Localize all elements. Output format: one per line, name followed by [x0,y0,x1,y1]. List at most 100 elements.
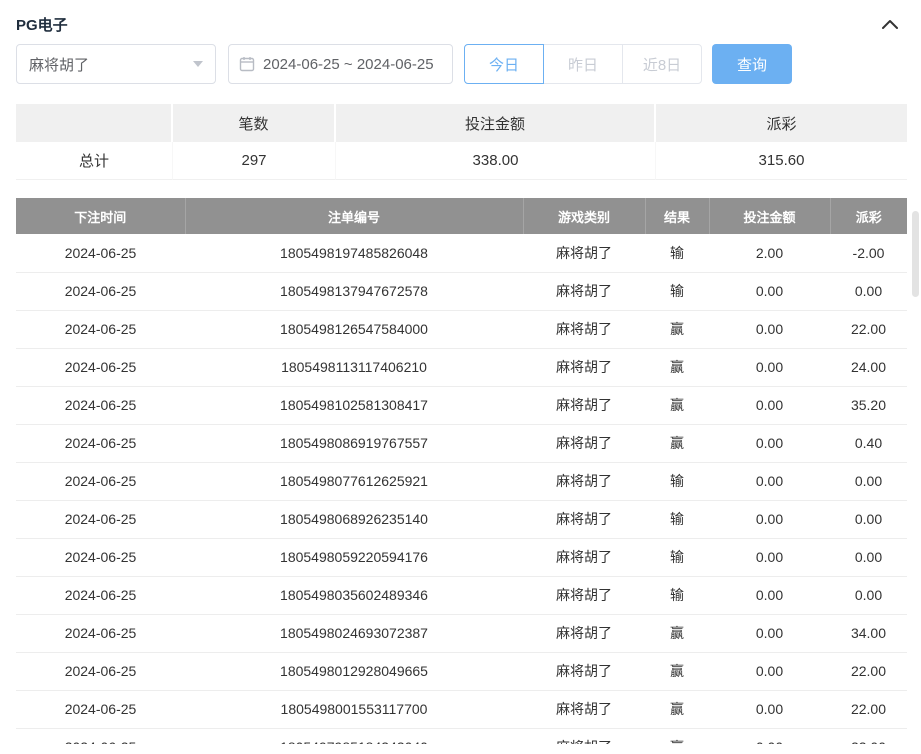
bet-date: 2024-06-25 [16,690,185,728]
bet-date: 2024-06-25 [16,234,185,272]
bet-payout: 0.00 [830,500,907,538]
summary-total-label: 总计 [16,142,173,180]
search-button[interactable]: 查询 [712,44,792,84]
scrollbar-thumb[interactable] [912,211,919,297]
bet-date: 2024-06-25 [16,614,185,652]
date-range-picker[interactable]: 2024-06-25 ~ 2024-06-25 [228,44,453,84]
table-row: 2024-06-25 1805498102581308417 麻将胡了 赢 0.… [16,386,907,424]
yesterday-button[interactable]: 昨日 [543,44,623,84]
bet-date: 2024-06-25 [16,652,185,690]
bet-result: 输 [645,462,709,500]
bet-id: 1805498086919767557 [185,424,523,462]
game-type: 麻将胡了 [523,272,645,310]
header-bet-time: 下注时间 [16,198,185,234]
game-type: 麻将胡了 [523,462,645,500]
today-button[interactable]: 今日 [464,44,544,84]
bet-id: 1805498197485826048 [185,234,523,272]
bet-amount: 0.00 [709,576,830,614]
bet-result: 输 [645,234,709,272]
bet-amount: 0.00 [709,310,830,348]
table-row: 2024-06-25 1805498001553117700 麻将胡了 赢 0.… [16,690,907,728]
bet-date: 2024-06-25 [16,348,185,386]
bet-amount: 0.00 [709,462,830,500]
bet-result: 赢 [645,424,709,462]
summary-header-bet-amount: 投注金额 [336,104,656,142]
bet-date: 2024-06-25 [16,500,185,538]
bet-payout: 34.00 [830,614,907,652]
game-type: 麻将胡了 [523,234,645,272]
bet-payout: 22.00 [830,652,907,690]
calendar-icon [239,56,255,72]
bet-payout: 0.00 [830,272,907,310]
bet-result: 赢 [645,614,709,652]
bet-id: 1805498024693072387 [185,614,523,652]
header-payout: 派彩 [830,198,907,234]
bet-amount: 0.00 [709,728,830,744]
bet-amount: 0.00 [709,538,830,576]
header-result: 结果 [645,198,709,234]
panel-header: PG电子 [0,0,921,44]
bet-id: 1805498001553117700 [185,690,523,728]
table-row: 2024-06-25 1805498197485826048 麻将胡了 输 2.… [16,234,907,272]
summary-total-bet-amount: 338.00 [336,142,656,180]
bet-result: 赢 [645,310,709,348]
bet-amount: 2.00 [709,234,830,272]
bet-amount: 0.00 [709,424,830,462]
bet-id: 1805498126547584000 [185,310,523,348]
game-type: 麻将胡了 [523,652,645,690]
game-type: 麻将胡了 [523,614,645,652]
bet-payout: 0.00 [830,576,907,614]
bet-date: 2024-06-25 [16,386,185,424]
bet-result: 输 [645,500,709,538]
collapse-button[interactable] [879,13,901,35]
bet-id: 1805498059220594176 [185,538,523,576]
game-select-value: 麻将胡了 [29,54,89,75]
bet-table-wrap: 下注时间 注单编号 游戏类别 结果 投注金额 派彩 2024-06-25 180… [16,198,907,744]
bet-payout: 24.00 [830,348,907,386]
bet-table: 下注时间 注单编号 游戏类别 结果 投注金额 派彩 2024-06-25 180… [16,198,907,744]
summary-total-count: 297 [173,142,336,180]
date-range-value: 2024-06-25 ~ 2024-06-25 [263,56,434,73]
bet-payout: 0.40 [830,424,907,462]
bet-payout: 0.00 [830,538,907,576]
bet-date: 2024-06-25 [16,462,185,500]
bet-result: 赢 [645,348,709,386]
game-select[interactable]: 麻将胡了 [16,44,216,84]
bet-amount: 0.00 [709,272,830,310]
table-row: 2024-06-25 1805498137947672578 麻将胡了 输 0.… [16,272,907,310]
bet-result: 赢 [645,690,709,728]
bet-id: 1805498077612625921 [185,462,523,500]
bet-id: 1805498035602489346 [185,576,523,614]
game-type: 麻将胡了 [523,386,645,424]
table-row: 2024-06-25 1805498126547584000 麻将胡了 赢 0.… [16,310,907,348]
bet-amount: 0.00 [709,690,830,728]
table-row: 2024-06-25 1805498012928049665 麻将胡了 赢 0.… [16,652,907,690]
bet-amount: 0.00 [709,348,830,386]
bet-date: 2024-06-25 [16,424,185,462]
filter-bar: 麻将胡了 2024-06-25 ~ 2024-06-25 今日 昨日 近8日 查… [0,44,921,84]
quick-range-group: 今日 昨日 近8日 [464,44,702,84]
summary-total-row: 总计 297 338.00 315.60 [16,142,907,180]
bet-id: 1805498012928049665 [185,652,523,690]
table-row: 2024-06-25 1805498086919767557 麻将胡了 赢 0.… [16,424,907,462]
bet-amount: 0.00 [709,500,830,538]
bet-result: 赢 [645,652,709,690]
summary-header-payout: 派彩 [656,104,907,142]
bet-date: 2024-06-25 [16,272,185,310]
bet-id: 1805498137947672578 [185,272,523,310]
bet-result: 赢 [645,728,709,744]
bet-payout: 22.00 [830,690,907,728]
bet-payout: 22.00 [830,310,907,348]
bet-date: 2024-06-25 [16,576,185,614]
table-row: 2024-06-25 1805498068926235140 麻将胡了 输 0.… [16,500,907,538]
bet-payout: 35.20 [830,386,907,424]
table-row: 2024-06-25 1805497985184343040 麻将胡了 赢 0.… [16,728,907,744]
last-8-days-button[interactable]: 近8日 [622,44,702,84]
summary-header-count: 笔数 [173,104,336,142]
bet-id: 1805498068926235140 [185,500,523,538]
bet-amount: 0.00 [709,652,830,690]
bet-date: 2024-06-25 [16,310,185,348]
bet-result: 输 [645,538,709,576]
game-type: 麻将胡了 [523,538,645,576]
table-row: 2024-06-25 1805498035602489346 麻将胡了 输 0.… [16,576,907,614]
